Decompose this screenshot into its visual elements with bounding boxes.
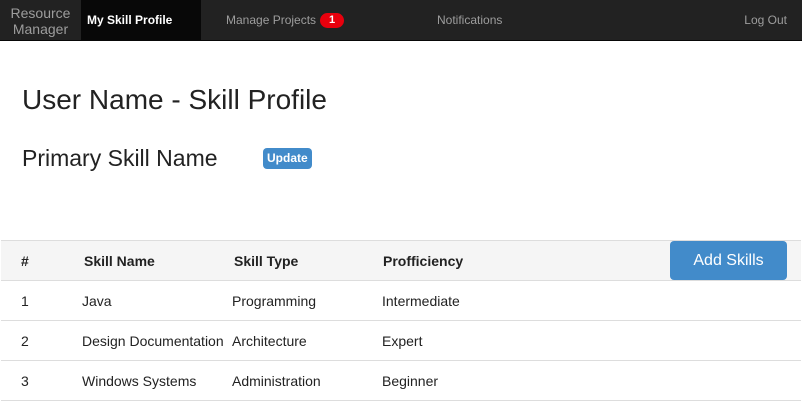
header-skill-type: Skill Type <box>234 253 299 269</box>
update-button[interactable]: Update <box>263 148 312 169</box>
nav-notifications[interactable]: Notifications <box>437 0 502 40</box>
table-row: 2 Design Documentation Architecture Expe… <box>1 321 801 361</box>
row-skill-type: Architecture <box>232 333 307 349</box>
row-skill-name: Design Documentation <box>82 333 224 349</box>
header-number: # <box>21 253 29 269</box>
table-row: 3 Windows Systems Administration Beginne… <box>1 361 801 401</box>
projects-count-badge: 1 <box>320 13 345 28</box>
logout-link[interactable]: Log Out <box>744 0 787 40</box>
nav-my-skill-profile[interactable]: My Skill Profile <box>81 0 201 40</box>
row-number: 3 <box>21 373 29 389</box>
row-number: 2 <box>21 333 29 349</box>
row-number: 1 <box>21 293 29 309</box>
row-skill-type: Programming <box>232 293 317 309</box>
primary-skill-name: Primary Skill Name <box>22 145 218 171</box>
add-skills-button[interactable]: Add Skills <box>670 241 787 280</box>
nav-manage-projects-label: Manage Projects <box>226 13 317 27</box>
header-skill-name: Skill Name <box>84 253 155 269</box>
row-proficiency: Beginner <box>382 373 439 389</box>
row-proficiency: Expert <box>382 333 423 349</box>
row-skill-type: Administration <box>232 373 321 389</box>
nav-manage-projects[interactable]: Manage Projects 1 <box>226 0 345 40</box>
row-skill-name: Java <box>82 293 112 309</box>
page-title: User Name - Skill Profile <box>22 84 327 115</box>
table-row: 1 Java Programming Intermediate <box>1 281 801 321</box>
brand-line-1: Resource <box>10 5 71 21</box>
brand-line-2: Manager <box>12 21 69 37</box>
navbar: Resource Manager My Skill Profile Manage… <box>0 0 802 41</box>
brand-logo[interactable]: Resource Manager <box>0 0 81 40</box>
header-proficiency: Profficiency <box>383 253 464 269</box>
skills-table-header: # Skill Name Skill Type Profficiency Add… <box>1 240 801 281</box>
row-proficiency: Intermediate <box>382 293 460 309</box>
row-skill-name: Windows Systems <box>82 373 197 389</box>
